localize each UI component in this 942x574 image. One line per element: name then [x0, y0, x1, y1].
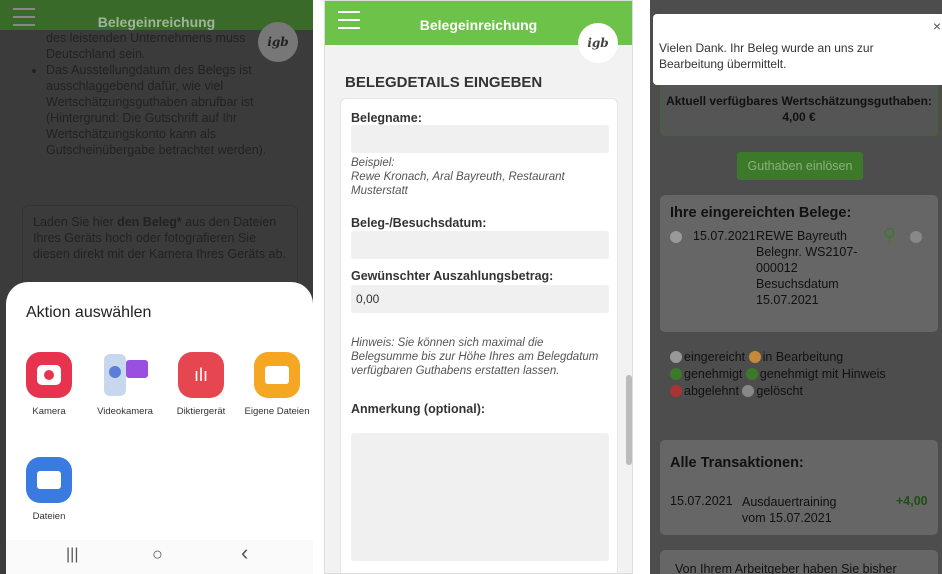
- legend-label: eingereicht: [684, 350, 746, 364]
- toast-message: Vielen Dank. Ihr Beleg wurde an uns zur …: [659, 41, 874, 71]
- instructions-text: des leistenden Unternehmens muss Deutsch…: [28, 30, 298, 158]
- app-dateien[interactable]: Dateien: [14, 457, 84, 522]
- legend-label: abgelehnt: [684, 384, 739, 398]
- genehmigt-icon: [670, 368, 682, 380]
- betrag-input[interactable]: [351, 285, 609, 313]
- belegname-input[interactable]: [351, 125, 609, 153]
- folder-icon: [254, 352, 300, 398]
- app-label: Kamera: [32, 406, 66, 417]
- info-text: Von Ihrem Arbeitgeber haben Sie bisher: [675, 562, 897, 574]
- app-diktiergeraet[interactable]: ılı Diktiergerät: [166, 352, 236, 417]
- geloescht-icon: [742, 385, 755, 397]
- bullet-2: Das Ausstellungdatum des Belegs ist auss…: [46, 62, 298, 158]
- transactions-title: Alle Transaktionen:: [670, 455, 804, 471]
- status-eingereicht-icon: [670, 231, 682, 243]
- legend-label: genehmigt mit Hinweis: [759, 367, 886, 381]
- video-camera-icon: [102, 352, 148, 398]
- app-label: Diktiergerät: [176, 406, 226, 417]
- upload-hint-box: Laden Sie hier den Beleg* aus den Dateie…: [22, 205, 298, 290]
- close-icon[interactable]: ×: [933, 18, 941, 34]
- app-label: Dateien: [32, 511, 66, 522]
- bullet-1: des leistenden Unternehmens muss Deutsch…: [46, 31, 246, 61]
- success-toast: × Vielen Dank. Ihr Beleg wurde an uns zu…: [653, 14, 942, 85]
- files-icon: [26, 457, 72, 503]
- app-kamera[interactable]: Kamera: [14, 352, 84, 417]
- anmerkung-label: Anmerkung (optional):: [351, 402, 486, 416]
- app-label: Eigene Dateien: [244, 406, 310, 417]
- back-button[interactable]: ‹: [241, 540, 248, 566]
- anmerkung-textarea[interactable]: [351, 433, 609, 561]
- recents-button[interactable]: |||: [66, 546, 78, 564]
- app-eigene-dateien[interactable]: Eigene Dateien: [242, 352, 312, 417]
- transaction-date: 15.07.2021: [670, 494, 733, 508]
- beleg-details-screen: Belegeinreichung igb BELEGDETAILS EINGEB…: [324, 0, 633, 574]
- android-nav-bar: ||| ○ ‹: [6, 540, 313, 574]
- form-card: Belegname: Beispiel: Rewe Kronach, Aral …: [340, 98, 618, 573]
- bearbeitung-icon: [748, 351, 761, 363]
- hinweis-text: Hinweis: Sie können sich maximal die Bel…: [351, 337, 599, 377]
- trash-icon[interactable]: [910, 231, 922, 243]
- voice-recorder-icon: ılı: [178, 352, 224, 398]
- upload-hint-text: Laden Sie hier: [33, 215, 118, 229]
- home-button[interactable]: ○: [152, 544, 163, 565]
- belege-card: Ihre eingereichten Belege: 15.07.2021 RE…: [660, 195, 938, 332]
- file-picker-screen: Belegeinreichung igb des leistenden Unte…: [0, 0, 313, 574]
- abgelehnt-icon: [670, 385, 682, 397]
- datum-input[interactable]: [351, 231, 609, 259]
- info-card: Von Ihrem Arbeitgeber haben Sie bisher: [660, 550, 938, 574]
- overview-screen: Aktuell verfügbares Wertschätzungsguthab…: [650, 0, 942, 574]
- camera-icon: [26, 352, 72, 398]
- legend-label: gelöscht: [756, 384, 803, 398]
- betrag-label: Gewünschter Auszahlungsbetrag:: [351, 269, 554, 283]
- upload-hint-bold: den Beleg*: [117, 215, 182, 229]
- legend-label: genehmigt: [684, 367, 743, 381]
- search-icon[interactable]: ⚲: [883, 225, 896, 246]
- scrollbar-thumb[interactable]: [626, 375, 632, 465]
- beleg-date: 15.07.2021: [693, 229, 756, 243]
- app-videokamera[interactable]: Videokamera: [90, 352, 160, 417]
- eingereicht-icon: [670, 351, 682, 363]
- wert-text: Aktuell verfügbares Wertschätzungsguthab…: [666, 94, 932, 124]
- scrollbar[interactable]: [626, 45, 632, 573]
- belege-title: Ihre eingereichten Belege:: [670, 205, 852, 221]
- guthaben-einloesen-button[interactable]: Guthaben einlösen: [737, 152, 863, 180]
- example-text: Beispiel: Rewe Kronach, Aral Bayreuth, R…: [351, 157, 565, 197]
- igb-logo: igb: [578, 23, 618, 63]
- page-heading: BELEGDETAILS EINGEBEN: [345, 74, 543, 91]
- app-label: Videokamera: [97, 406, 153, 417]
- transaction-description: Ausdauertraining vom 15.07.2021: [742, 495, 837, 525]
- belegname-label: Belegname:: [351, 111, 422, 125]
- genehmigt-hinweis-icon: [745, 368, 758, 380]
- sheet-title: Aktion auswählen: [26, 304, 152, 321]
- legend-label: in Bearbeitung: [762, 350, 844, 364]
- beleg-description: REWE Bayreuth Belegnr. WS2107-000012 Bes…: [756, 229, 858, 307]
- action-sheet: Aktion auswählen Kamera Videokamera ılı …: [6, 282, 313, 574]
- datum-label: Beleg-/Besuchsdatum:: [351, 216, 487, 230]
- transactions-card: Alle Transaktionen: 15.07.2021 Ausdauert…: [660, 440, 938, 535]
- transaction-amount: +4,00: [896, 494, 928, 508]
- status-legend: eingereicht in Bearbeitung genehmigt gen…: [670, 349, 940, 400]
